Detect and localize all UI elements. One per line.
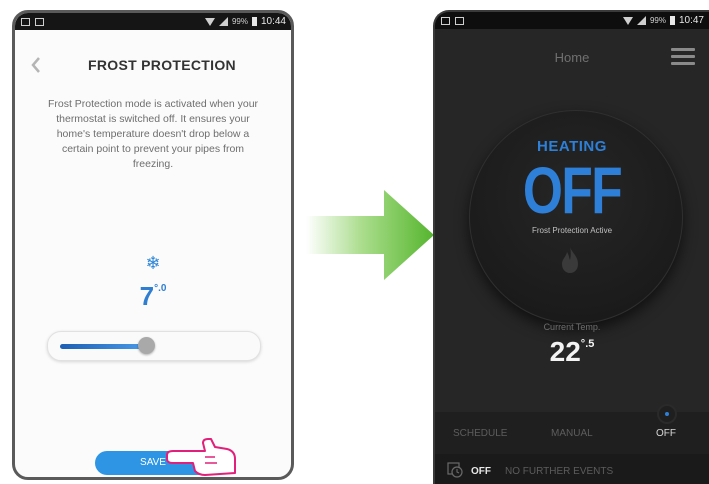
temperature-whole: 7 xyxy=(139,281,155,311)
next-events-text: NO FURTHER EVENTS xyxy=(505,466,614,477)
tab-manual[interactable]: MANUAL xyxy=(551,428,593,439)
signal-icon xyxy=(636,16,646,25)
hamburger-icon xyxy=(671,55,695,58)
status-time: 10:44 xyxy=(260,16,286,27)
pointing-hand-icon xyxy=(166,438,236,476)
menu-button[interactable] xyxy=(671,48,695,69)
wifi-icon xyxy=(622,16,633,25)
status-bar: 99% 10:44 xyxy=(15,13,291,30)
frost-temperature: 7°.0 xyxy=(15,281,291,312)
notification-icon xyxy=(441,16,450,25)
clock-icon xyxy=(447,462,463,478)
active-tab-indicator xyxy=(659,406,675,422)
flame-icon xyxy=(562,247,578,273)
page-title: FROST PROTECTION xyxy=(88,57,236,73)
current-temp-whole: 22 xyxy=(549,336,581,367)
battery-percent: 99% xyxy=(649,16,666,25)
heating-state: OFF xyxy=(522,153,623,227)
snowflake-icon: ❄ xyxy=(145,253,161,273)
battery-icon xyxy=(251,17,257,26)
current-temp-decimal: .5 xyxy=(585,338,595,350)
tab-off[interactable]: OFF xyxy=(656,428,676,439)
notification-icon xyxy=(455,16,464,25)
current-temp-label: Current Temp. xyxy=(543,322,601,332)
slider-fill xyxy=(60,344,146,349)
schedule-status: OFF xyxy=(471,466,491,477)
temperature-decimal: .0 xyxy=(158,283,167,294)
temperature-slider[interactable] xyxy=(47,331,261,361)
status-time: 10:47 xyxy=(678,15,704,26)
slider-thumb[interactable] xyxy=(138,337,155,354)
frost-description: Frost Protection mode is activated when … xyxy=(47,98,259,170)
frost-protection-status: Frost Protection Active xyxy=(531,226,613,235)
page-title: Home xyxy=(554,50,590,65)
transition-arrow-icon xyxy=(306,190,434,280)
hamburger-icon xyxy=(671,62,695,65)
home-screen: 99% 10:47 Home HEATING OFF Frost Protect… xyxy=(433,10,709,484)
hamburger-icon xyxy=(671,48,695,51)
battery-icon xyxy=(669,16,675,25)
battery-percent: 99% xyxy=(231,17,248,26)
mode-tabs: SCHEDULE MANUAL OFF xyxy=(435,406,709,454)
signal-icon xyxy=(218,17,228,26)
wifi-icon xyxy=(204,17,215,26)
notification-icon xyxy=(35,17,44,26)
tab-schedule[interactable]: SCHEDULE xyxy=(453,428,507,439)
events-bar: OFF NO FURTHER EVENTS xyxy=(435,454,709,484)
frost-protection-screen: 99% 10:44 FROST PROTECTION Frost Protect… xyxy=(12,10,294,480)
notification-icon xyxy=(21,17,30,26)
status-bar: 99% 10:47 xyxy=(435,12,709,29)
current-temperature: 22°.5 xyxy=(435,336,709,368)
